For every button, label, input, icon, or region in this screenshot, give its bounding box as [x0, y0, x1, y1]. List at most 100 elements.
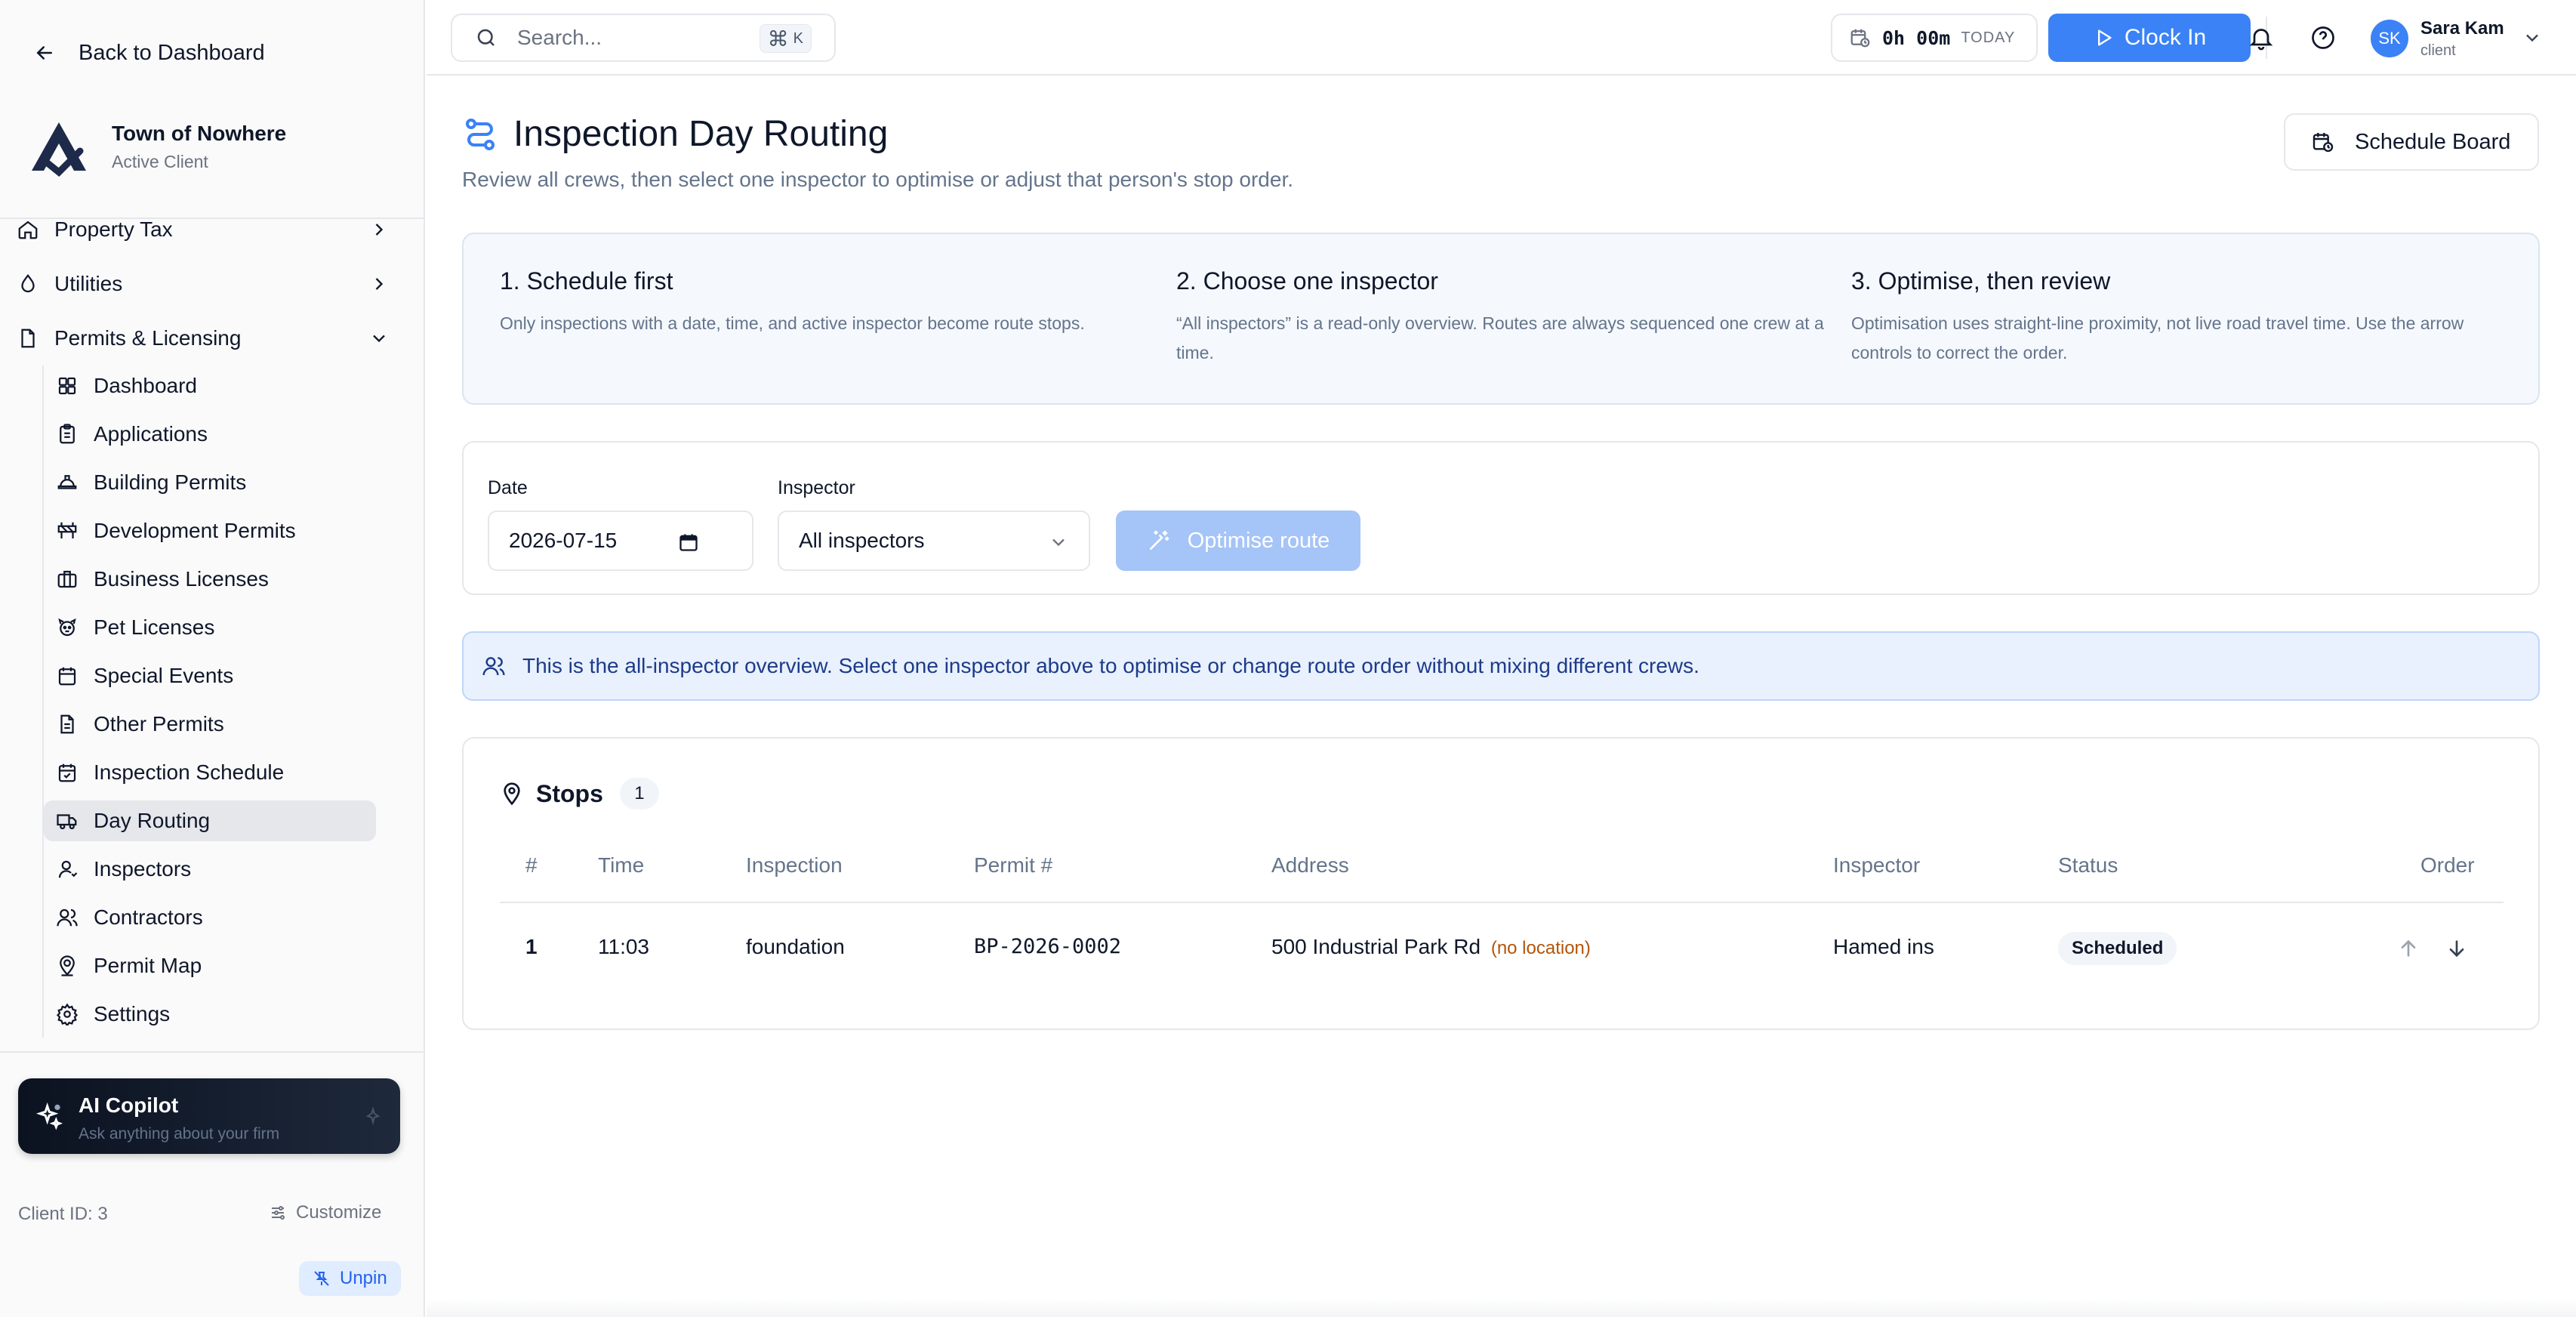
bell-icon[interactable]: [2248, 24, 2275, 51]
search-input[interactable]: Search... ⌘ K: [451, 14, 836, 62]
chevron-down-icon: [2526, 34, 2538, 42]
org-status: Active Client: [112, 151, 208, 171]
sidebar-item-label: Permit Map: [94, 954, 202, 977]
droplet-icon: [21, 273, 35, 293]
optimise-route-button[interactable]: Optimise route: [1116, 510, 1360, 571]
sidebar-item-inspection-schedule[interactable]: Inspection Schedule: [44, 752, 376, 793]
sidebar-item-day-routing[interactable]: Day Routing: [44, 800, 376, 841]
pin-off-icon: [314, 1271, 329, 1286]
schedule-board-label: Schedule Board: [2355, 129, 2511, 154]
sidebar-item-business-licenses[interactable]: Business Licenses: [44, 559, 376, 600]
construction-icon: [57, 522, 77, 538]
column-header-inspector: Inspector: [1833, 853, 1921, 877]
back-to-dashboard-link[interactable]: Back to Dashboard: [33, 36, 265, 69]
file-icon: [21, 328, 35, 348]
subnav-guide-line: [42, 365, 44, 1038]
stops-title: Stops: [536, 779, 603, 807]
sidebar-item-dashboard[interactable]: Dashboard: [44, 365, 376, 406]
sidebar-item-label: Business Licenses: [94, 567, 269, 591]
page-title: Inspection Day Routing: [513, 114, 889, 154]
column-header-time: Time: [598, 853, 645, 877]
search-shortcut: ⌘ K: [759, 24, 812, 53]
home-icon: [18, 221, 38, 239]
stops-panel: Stops 1 # Time Inspection Permit # Addre…: [462, 737, 2540, 1030]
time-tracker[interactable]: 0h 00m TODAY: [1831, 14, 2038, 62]
column-header-status: Status: [2058, 853, 2118, 877]
sidebar-item-building-permits[interactable]: Building Permits: [44, 462, 376, 503]
sidebar-item-permits-licensing[interactable]: Permits & Licensing: [17, 319, 409, 358]
stop-inspection: foundation: [746, 935, 845, 958]
arrow-down-icon[interactable]: [2445, 936, 2469, 961]
help-icon[interactable]: [2309, 24, 2337, 51]
sidebar-item-settings[interactable]: Settings: [44, 994, 376, 1035]
magic-wand-icon: [1149, 530, 1169, 550]
date-value: 2026-07-15: [509, 529, 618, 552]
step-text: Optimisation uses straight-line proximit…: [1851, 313, 2464, 362]
sliders-icon: [272, 1206, 285, 1220]
sidebar-item-applications[interactable]: Applications: [44, 414, 376, 455]
briefcase-icon: [57, 570, 77, 588]
overview-notice: This is the all-inspector overview. Sele…: [462, 631, 2540, 701]
arrow-up-icon[interactable]: [2396, 936, 2420, 961]
sidebar-item-pet-licenses[interactable]: Pet Licenses: [44, 607, 376, 648]
column-header-number: #: [525, 853, 538, 877]
calendar-clock-icon: [2313, 133, 2334, 153]
copilot-subtitle: Ask anything about your firm: [79, 1125, 280, 1143]
chevron-right-icon: [375, 278, 384, 290]
inspector-select[interactable]: All inspectors: [778, 510, 1090, 571]
calendar-clock-icon: [1850, 29, 1870, 48]
users-icon: [482, 657, 505, 676]
status-badge: Scheduled: [2058, 932, 2177, 965]
date-label: Date: [488, 477, 528, 498]
document-icon: [60, 714, 74, 734]
customize-button[interactable]: Customize: [269, 1202, 381, 1223]
unpin-button[interactable]: Unpin: [299, 1261, 401, 1296]
sidebar: Back to Dashboard Town of Nowhere Active…: [0, 0, 425, 1317]
step-3: 3. Optimise, then review Optimisation us…: [1851, 267, 2501, 368]
chevron-right-icon: [375, 224, 384, 236]
client-id: Client ID: 3: [18, 1204, 108, 1224]
address-text: 500 Industrial Park Rd: [1271, 935, 1481, 958]
schedule-board-button[interactable]: Schedule Board: [2284, 113, 2539, 171]
inspector-value: All inspectors: [799, 529, 925, 552]
command-key-icon: ⌘: [767, 26, 789, 51]
calendar-check-icon: [58, 763, 76, 782]
hard-hat-icon: [57, 475, 77, 489]
column-header-inspection: Inspection: [746, 853, 843, 877]
customize-label: Customize: [296, 1202, 382, 1223]
sidebar-item-development-permits[interactable]: Development Permits: [44, 510, 376, 551]
column-header-permit: Permit #: [974, 853, 1053, 877]
org-name: Town of Nowhere: [112, 121, 287, 145]
step-1: 1. Schedule first Only inspections with …: [500, 267, 1149, 338]
sidebar-item-label: Building Permits: [94, 470, 247, 494]
stop-address: 500 Industrial Park Rd (no location): [1271, 935, 1591, 959]
filters-panel: Date 2026-07-15 Inspector All inspectors…: [462, 441, 2540, 595]
sidebar-item-label: Day Routing: [94, 809, 211, 832]
sidebar-item-permit-map[interactable]: Permit Map: [44, 945, 376, 986]
back-label: Back to Dashboard: [79, 40, 265, 65]
clock-in-label: Clock In: [2124, 25, 2207, 50]
org-logo-icon: [32, 122, 86, 177]
ai-copilot-button[interactable]: AI Copilot Ask anything about your firm: [18, 1078, 400, 1154]
sidebar-item-property-tax[interactable]: Property Tax: [17, 210, 409, 249]
sidebar-item-label: Applications: [94, 422, 208, 446]
timer-value: 0h 00m: [1882, 26, 1951, 49]
sidebar-item-utilities[interactable]: Utilities: [17, 264, 409, 304]
sidebar-item-label: Special Events: [94, 664, 234, 687]
sidebar-item-other-permits[interactable]: Other Permits: [44, 704, 376, 745]
date-field[interactable]: 2026-07-15: [488, 510, 753, 571]
sidebar-item-inspectors[interactable]: Inspectors: [44, 849, 376, 890]
map-pin-icon: [504, 782, 520, 806]
page-header: Inspection Day Routing: [462, 113, 888, 155]
sidebar-item-special-events[interactable]: Special Events: [44, 655, 376, 696]
calendar-icon[interactable]: [678, 532, 699, 553]
clock-in-button[interactable]: Clock In: [2048, 14, 2251, 62]
sparkle-icon: [365, 1106, 381, 1126]
users-icon: [57, 908, 78, 927]
stop-permit-number: BP-2026-0002: [974, 935, 1122, 958]
sidebar-item-contractors[interactable]: Contractors: [44, 897, 376, 938]
column-header-order: Order: [2420, 853, 2475, 877]
stops-header: Stops 1: [500, 778, 659, 810]
steps-panel: 1. Schedule first Only inspections with …: [462, 233, 2540, 405]
user-icon: [58, 860, 78, 878]
